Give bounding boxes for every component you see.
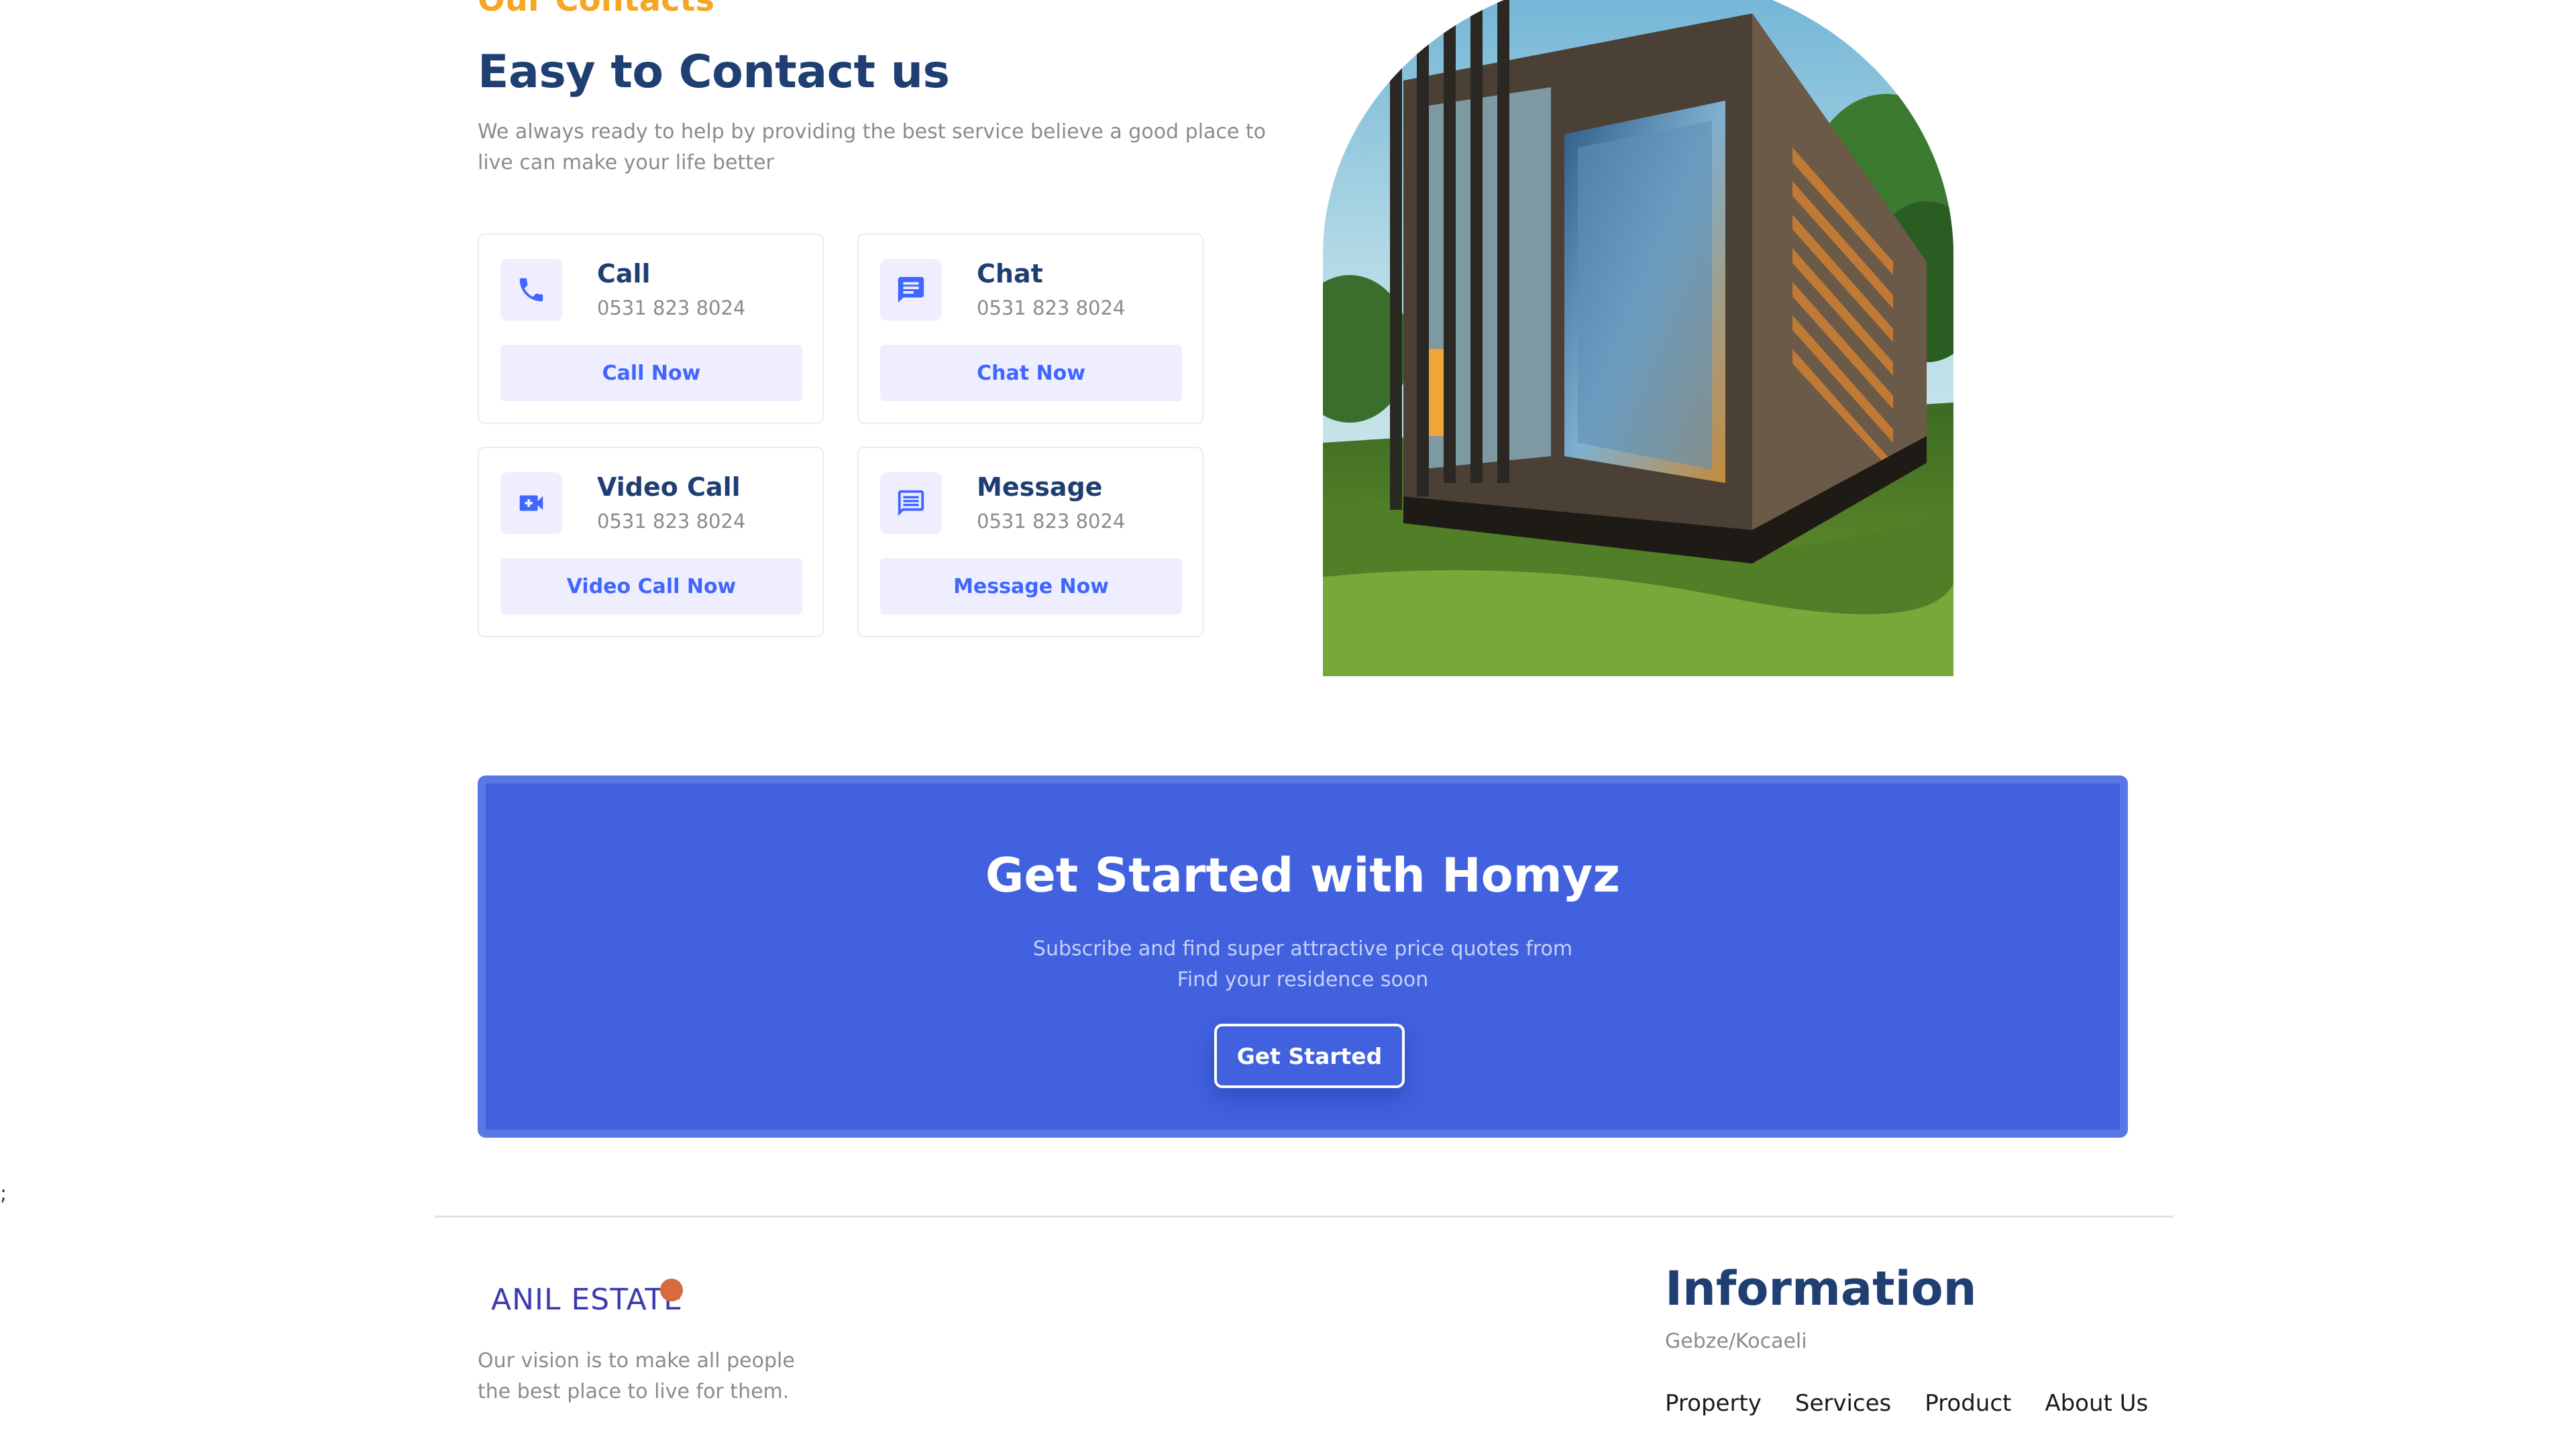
card-phone: 0531 823 8024 [977, 510, 1126, 533]
card-phone: 0531 823 8024 [977, 297, 1126, 319]
phone-icon [500, 259, 562, 321]
footer-link-services[interactable]: Services [1795, 1390, 1891, 1417]
footer-vision-text: Our vision is to make all people the bes… [478, 1346, 826, 1407]
chat-now-button[interactable]: Chat Now [880, 345, 1182, 401]
section-label: Our Contacts [478, 0, 715, 19]
brand-dot-icon [660, 1279, 683, 1301]
vision-line: Our vision is to make all people [478, 1349, 795, 1373]
banner-subtitle: Subscribe and find super attractive pric… [486, 934, 2120, 996]
contact-card-chat: Chat 0531 823 8024 Chat Now [857, 233, 1203, 424]
footer-link-property[interactable]: Property [1665, 1390, 1762, 1417]
get-started-button[interactable]: Get Started [1214, 1024, 1405, 1088]
call-now-button[interactable]: Call Now [500, 345, 802, 401]
section-description: We always ready to help by providing the… [478, 120, 1266, 174]
footer-link-product[interactable]: Product [1925, 1390, 2011, 1417]
contact-card-call: Call 0531 823 8024 Call Now [478, 233, 824, 424]
footer-divider [435, 1216, 2174, 1218]
footer-info-title: Information [1665, 1261, 1977, 1316]
footer-link-about-us[interactable]: About Us [2045, 1390, 2148, 1417]
card-phone: 0531 823 8024 [597, 297, 746, 319]
card-title: Video Call [597, 472, 741, 502]
vision-line: the best place to live for them. [478, 1380, 790, 1403]
message-icon [880, 472, 942, 534]
banner-title: Get Started with Homyz [985, 848, 1621, 903]
brand-logo[interactable]: ANIL ESTATE [491, 1283, 683, 1317]
banner-subtitle-line: Subscribe and find super attractive pric… [1032, 937, 1573, 961]
card-title: Call [597, 259, 651, 288]
stray-text: ; [0, 1182, 7, 1205]
page: Our Contacts Easy to Contact us We alway… [0, 0, 2576, 1449]
contact-card-video-call: Video Call 0531 823 8024 Video Call Now [478, 447, 824, 637]
card-title: Message [977, 472, 1103, 502]
card-title: Chat [977, 259, 1043, 288]
banner-subtitle-line: Find your residence soon [1177, 968, 1429, 991]
video-call-icon [500, 472, 562, 534]
house-image [1323, 0, 1953, 676]
footer-links: Property Services Product About Us [1665, 1390, 2148, 1417]
chat-icon [880, 259, 942, 321]
section-title: Easy to Contact us [478, 46, 950, 99]
card-phone: 0531 823 8024 [597, 510, 746, 533]
message-now-button[interactable]: Message Now [880, 558, 1182, 614]
video-call-now-button[interactable]: Video Call Now [500, 558, 802, 614]
get-started-banner: Get Started with Homyz Subscribe and fin… [478, 775, 2128, 1138]
contact-card-message: Message 0531 823 8024 Message Now [857, 447, 1203, 637]
footer-location: Gebze/Kocaeli [1665, 1330, 1807, 1353]
